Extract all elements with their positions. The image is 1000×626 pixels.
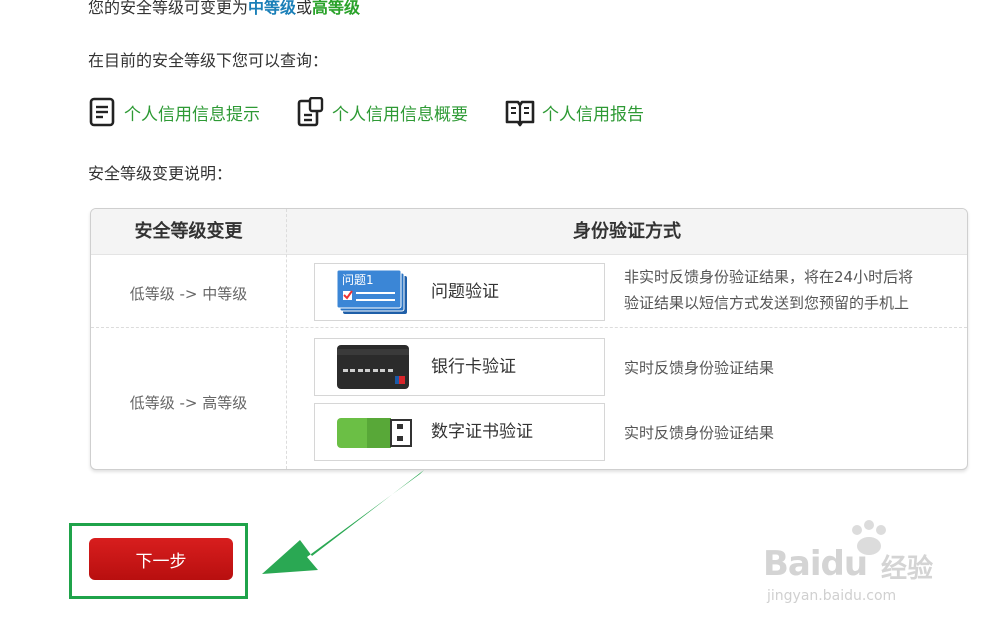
next-step-button[interactable]: 下一步 [89,538,233,580]
watermark-brand: Baidu [763,544,868,584]
watermark-url: jingyan.baidu.com [767,588,897,604]
baidu-watermark: Baidu 经验 jingyan.baidu.com [763,518,963,608]
watermark-sub: 经验 [881,554,934,584]
